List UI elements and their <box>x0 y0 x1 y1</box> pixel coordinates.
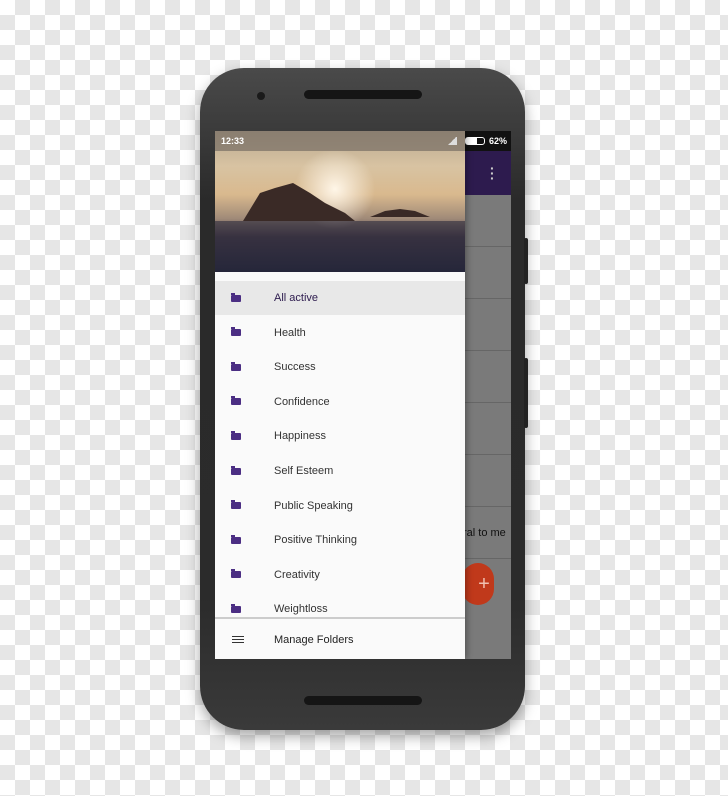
drawer-item-all-active[interactable]: All active <box>215 281 465 315</box>
folder-icon <box>231 534 241 544</box>
drawer-item-public-speaking[interactable]: Public Speaking <box>215 489 465 523</box>
status-time: 12:33 <box>221 136 245 146</box>
drawer-item-label: Positive Thinking <box>274 534 357 547</box>
drawer-status-bar: 12:33 <box>215 131 465 151</box>
drawer-item-self-esteem[interactable]: Self Esteem <box>215 454 465 488</box>
drawer-item-creativity[interactable]: Creativity <box>215 558 465 592</box>
folder-icon <box>231 430 241 440</box>
volume-button <box>524 238 528 284</box>
signal-icon <box>447 137 457 145</box>
folder-icon <box>231 569 241 579</box>
power-button <box>524 358 528 428</box>
drawer-item-label: Public Speaking <box>274 499 353 512</box>
manage-folders-button[interactable]: Manage Folders <box>215 623 465 657</box>
row-text: ral to me <box>465 527 506 539</box>
drawer-item-label: Creativity <box>274 568 320 581</box>
list-row[interactable] <box>465 247 511 299</box>
drawer-item-health[interactable]: Health <box>215 316 465 350</box>
list-row[interactable] <box>465 455 511 507</box>
drawer-item-positive-thinking[interactable]: Positive Thinking <box>215 523 465 557</box>
plus-icon: + <box>478 573 490 595</box>
screen: 62% · · · ral to me + 12:33 All active Heal… <box>215 131 511 659</box>
folder-icon <box>231 292 241 302</box>
list-row[interactable] <box>465 195 511 247</box>
drawer-item-weightloss[interactable]: Weightloss <box>215 592 465 626</box>
drawer-header-image: 12:33 <box>215 131 465 272</box>
more-options-icon[interactable]: · · · <box>490 161 495 185</box>
sunset-image <box>215 149 465 272</box>
list-row[interactable]: ral to me <box>465 507 511 559</box>
drawer-item-label: Success <box>274 361 316 374</box>
folder-icon <box>231 361 241 371</box>
drawer-item-label: Self Esteem <box>274 465 334 477</box>
drawer-item-label: All active <box>274 292 319 304</box>
folder-icon <box>231 500 241 510</box>
folder-icon <box>231 603 241 613</box>
drawer-item-label: Happiness <box>274 430 326 443</box>
folder-icon <box>231 396 241 406</box>
add-fab-button[interactable]: + <box>462 563 494 605</box>
drawer-item-happiness[interactable]: Happiness <box>215 419 465 453</box>
drawer-item-confidence[interactable]: Confidence <box>215 385 465 419</box>
manage-folders-label: Manage Folders <box>274 634 354 646</box>
drawer-item-label: Weightloss <box>274 603 328 616</box>
list-row[interactable] <box>465 299 511 351</box>
folder-icon <box>231 327 241 337</box>
divider <box>215 617 465 619</box>
bottom-speaker <box>304 696 422 705</box>
drawer-item-label: Confidence <box>274 395 330 408</box>
folder-icon <box>231 465 241 475</box>
list-row[interactable] <box>465 403 511 455</box>
navigation-drawer: 12:33 All active Health Success Confidence H… <box>215 131 465 659</box>
top-speaker <box>304 90 422 99</box>
front-camera <box>257 92 265 100</box>
list-row[interactable] <box>465 351 511 403</box>
drawer-item-success[interactable]: Success <box>215 350 465 384</box>
list-icon <box>232 636 244 643</box>
drawer-item-label: Health <box>274 326 306 339</box>
battery-icon <box>465 137 485 145</box>
battery-percent: 62% <box>488 136 507 146</box>
